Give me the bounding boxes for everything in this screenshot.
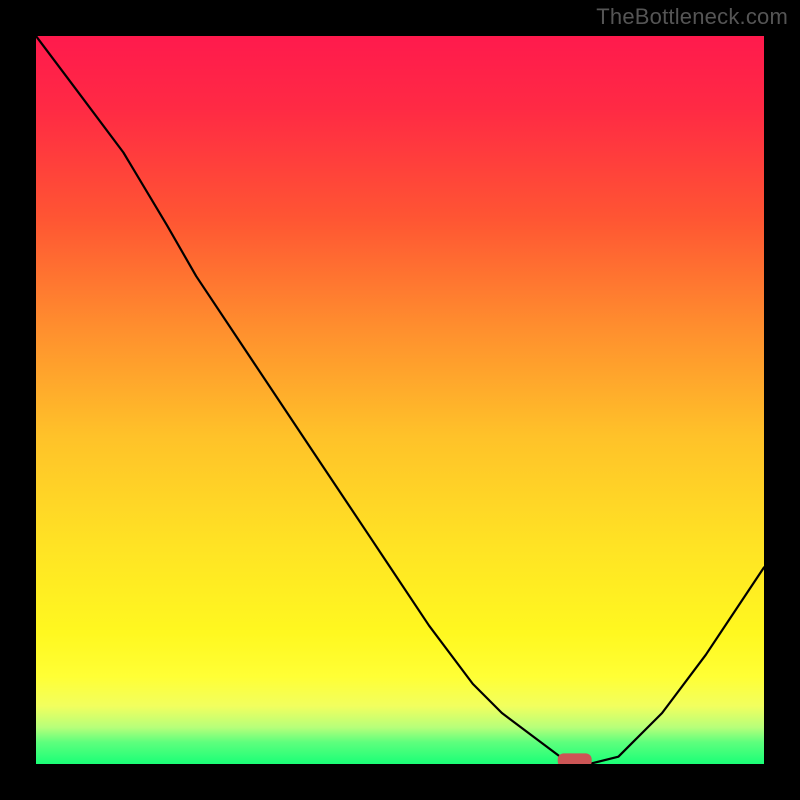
plot-gradient-background	[36, 36, 764, 764]
bottleneck-curve	[36, 36, 764, 764]
plot-border	[32, 32, 768, 768]
optimal-marker	[558, 753, 592, 764]
chart-overlay-svg	[36, 36, 764, 764]
watermark-text: TheBottleneck.com	[596, 4, 788, 30]
chart-container: TheBottleneck.com	[0, 0, 800, 800]
